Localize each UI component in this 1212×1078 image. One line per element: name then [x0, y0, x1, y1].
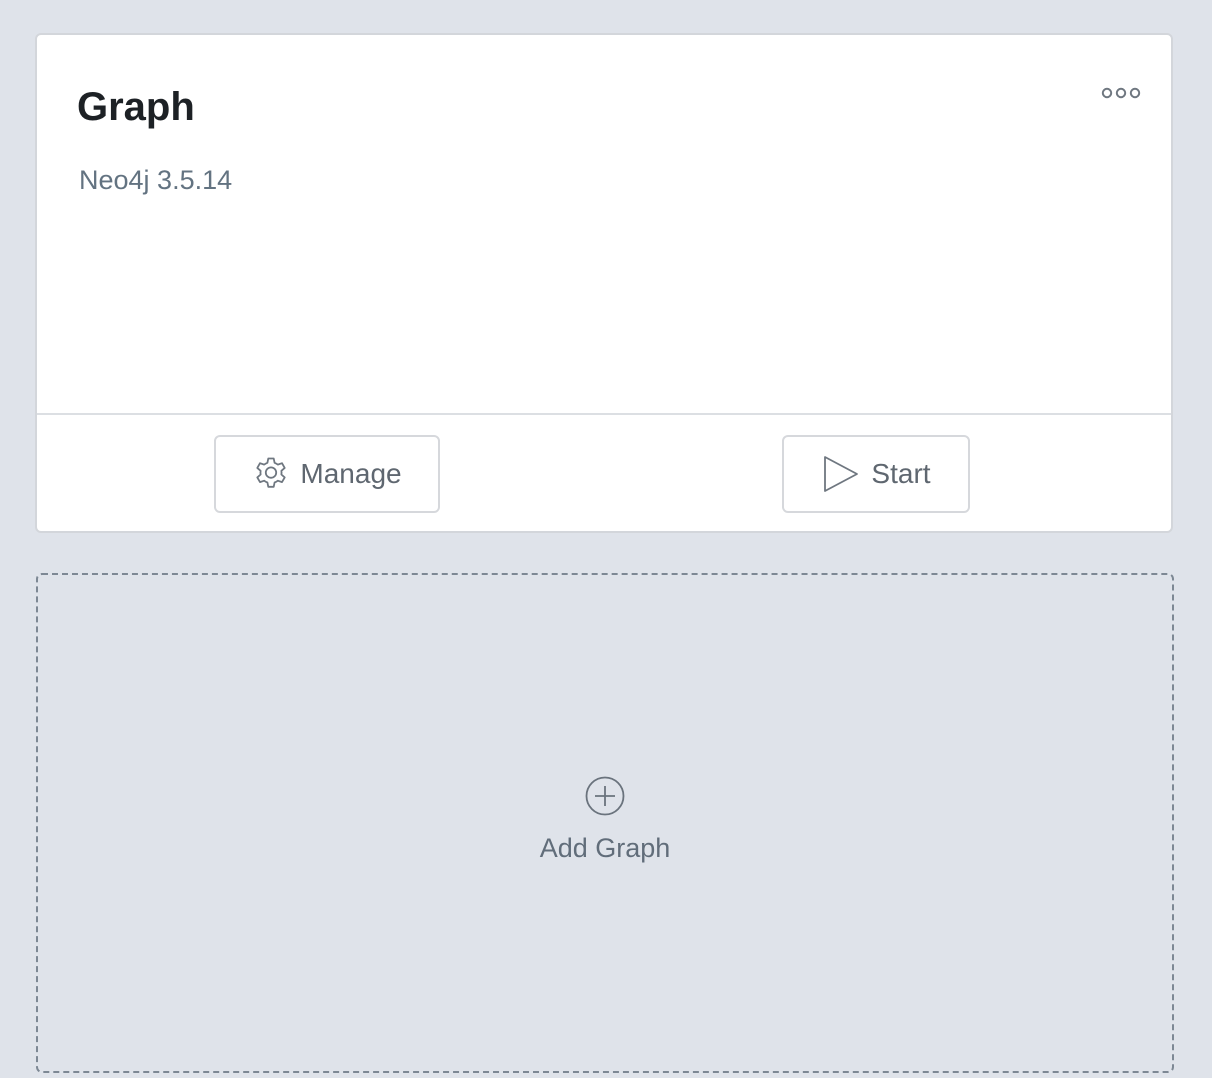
start-button-label: Start [871, 458, 931, 489]
start-button[interactable]: Start [782, 435, 970, 513]
gear-icon [252, 455, 290, 493]
manage-button-label: Manage [300, 458, 402, 489]
graph-title: Graph [77, 85, 195, 129]
more-horizontal-icon [1101, 87, 1141, 99]
add-graph-card[interactable]: Add Graph [36, 573, 1174, 1073]
plus-circle-icon [585, 776, 625, 816]
graph-card-body: Graph Neo4j 3.5.14 [37, 35, 1171, 413]
manage-button[interactable]: Manage [214, 435, 440, 513]
graph-version: Neo4j 3.5.14 [79, 165, 233, 195]
play-icon [821, 454, 861, 494]
graph-card-footer: Manage Start [37, 415, 1171, 531]
graph-card: Graph Neo4j 3.5.14 Manage Start [35, 33, 1173, 533]
add-graph-label: Add Graph [539, 833, 671, 863]
add-graph-content: Add Graph [38, 775, 1172, 865]
more-options-button[interactable] [1099, 81, 1143, 105]
